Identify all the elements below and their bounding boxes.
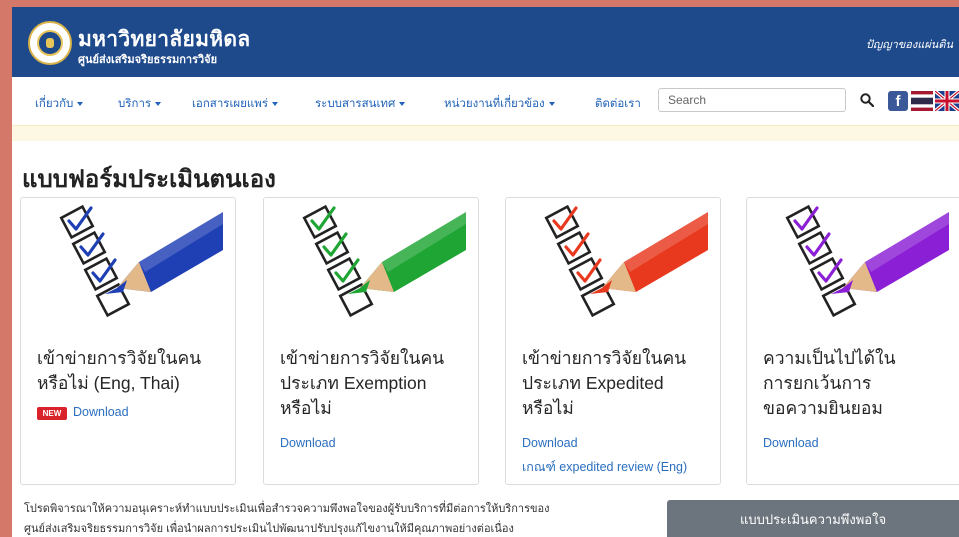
- checklist-pencil-illustration: [544, 204, 708, 318]
- nav-item-related-agencies[interactable]: หน่วยงานที่เกี่ยวข้อง: [444, 95, 555, 113]
- nav-item-services[interactable]: บริการ: [118, 95, 162, 113]
- card-title: ความเป็นไปได้ใน การยกเว้นการ ขอความยินยอม: [763, 348, 896, 418]
- university-logo[interactable]: [28, 21, 72, 65]
- search-input[interactable]: [658, 88, 846, 112]
- card-title: เข้าข่ายการวิจัยในคน ประเภท Exemption หรือ…: [280, 348, 445, 418]
- card-title: เข้าข่ายการวิจัยในคน ประเภท Expedited หรือ…: [522, 348, 687, 418]
- facebook-icon[interactable]: f: [888, 91, 908, 111]
- self-assessment-card-human-research: เข้าข่ายการวิจัยในคน หรือไม่ (Eng, Thai) N…: [20, 197, 236, 485]
- download-link[interactable]: Download: [73, 405, 129, 419]
- thai-flag-icon[interactable]: [911, 91, 933, 111]
- nav-item-publications[interactable]: เอกสารเผยแพร่: [192, 95, 279, 113]
- nav-item-about[interactable]: เกี่ยวกับ: [35, 95, 84, 113]
- survey-prompt-line: ศูนย์ส่งเสริมจริยธรรมการวิจัย เพื่อนำผลก…: [24, 523, 514, 535]
- download-link[interactable]: Download: [522, 436, 578, 450]
- nav-item-information-systems[interactable]: ระบบสารสนเทศ: [315, 95, 406, 113]
- new-badge: NEW: [37, 407, 67, 420]
- checklist-pencil-illustration: [59, 204, 223, 318]
- center-name: ศูนย์ส่งเสริมจริยธรรมการวิจัย: [78, 54, 218, 66]
- download-link[interactable]: Download: [280, 436, 336, 450]
- motto: ปัญญาของแผ่นดิน: [865, 38, 953, 51]
- notice-bar: [12, 125, 959, 141]
- expedited-criteria-link[interactable]: เกณฑ์ expedited review (Eng): [522, 457, 687, 477]
- self-assessment-card-consent-waiver: ความเป็นไปได้ใน การยกเว้นการ ขอความยินยอม D…: [746, 197, 959, 485]
- site-header: มหาวิทยาลัยมหิดล ศูนย์ส่งเสริมจริยธรรมกา…: [12, 7, 959, 77]
- page-frame: มหาวิทยาลัยมหิดล ศูนย์ส่งเสริมจริยธรรมกา…: [12, 7, 959, 537]
- chevron-down-icon: [548, 101, 555, 106]
- search-icon[interactable]: [860, 93, 874, 107]
- chevron-down-icon: [77, 101, 84, 106]
- checklist-pencil-illustration: [302, 204, 466, 318]
- card-title: เข้าข่ายการวิจัยในคน หรือไม่ (Eng, Thai): [37, 348, 202, 393]
- chevron-down-icon: [155, 101, 162, 106]
- page-title: แบบฟอร์มประเมินตนเอง: [22, 166, 276, 193]
- download-link[interactable]: Download: [763, 436, 819, 450]
- chevron-down-icon: [272, 101, 279, 106]
- checklist-pencil-illustration: [785, 204, 949, 318]
- survey-prompt-line: โปรดพิจารณาให้ความอนุเคราะห์ทำแบบประเมิน…: [24, 503, 550, 515]
- self-assessment-card-exemption: เข้าข่ายการวิจัยในคน ประเภท Exemption หรือ…: [263, 197, 479, 485]
- survey-prompt-text: โปรดพิจารณาให้ความอนุเคราะห์ทำแบบประเมิน…: [24, 499, 654, 537]
- main-nav: เกี่ยวกับ บริการ เอกสารเผยแพร่ ระบบสารสน…: [12, 77, 959, 125]
- nav-item-contact[interactable]: ติดต่อเรา: [595, 95, 641, 113]
- logo-emblem: [37, 30, 63, 56]
- satisfaction-survey-button[interactable]: แบบประเมินความพึงพอใจ: [667, 500, 959, 537]
- self-assessment-card-expedited: เข้าข่ายการวิจัยในคน ประเภท Expedited หรือ…: [505, 197, 721, 485]
- uk-flag-icon[interactable]: [935, 91, 959, 111]
- chevron-down-icon: [399, 101, 406, 106]
